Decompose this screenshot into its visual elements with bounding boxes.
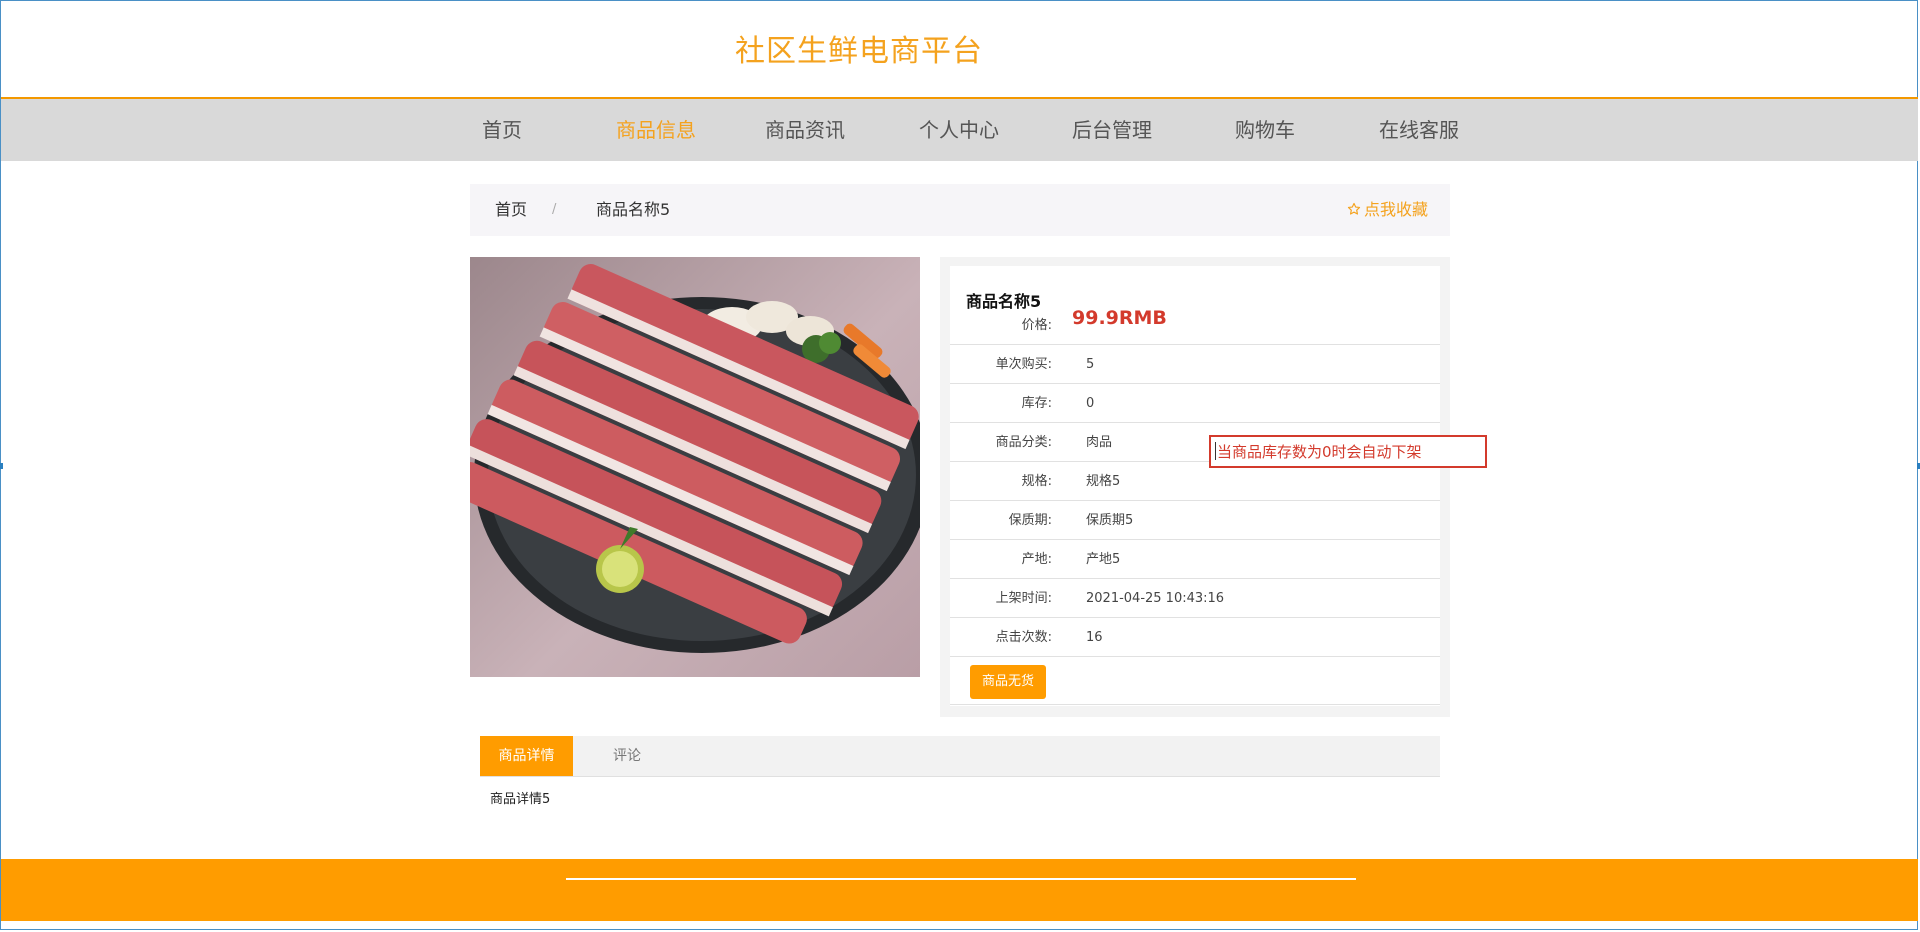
breadcrumb-separator: / — [552, 202, 557, 217]
info-label: 库存: — [1021, 396, 1052, 411]
price-value: 99.9RMB — [1072, 307, 1167, 329]
info-label: 上架时间: — [995, 591, 1052, 606]
tab-comments[interactable]: 评论 — [587, 736, 667, 776]
star-outline-icon — [1347, 202, 1361, 215]
info-row-purchase: 单次购买: 5 — [950, 344, 1440, 384]
footer-divider — [566, 878, 1356, 880]
tab-content: 商品详情5 — [490, 792, 551, 807]
product-info-panel: 商品名称5 价格: 99.9RMB 单次购买: 5 库存: 0 商品分类: 肉品… — [940, 257, 1450, 717]
info-label: 单次购买: — [995, 357, 1052, 372]
info-row-stock: 库存: 0 — [950, 383, 1440, 423]
price-label: 价格: — [1021, 318, 1052, 333]
info-value: 5 — [1086, 357, 1095, 372]
nav-item-admin[interactable]: 后台管理 — [1072, 99, 1152, 161]
detail-tabs: 商品详情 评论 — [480, 736, 1440, 777]
stock-notice-text: 当商品库存数为0时会自动下架 — [1217, 443, 1422, 461]
info-value: 2021-04-25 10:43:16 — [1086, 591, 1225, 606]
info-row-divider — [950, 656, 1440, 657]
breadcrumb-home[interactable]: 首页 — [495, 184, 527, 236]
product-name: 商品名称5 — [966, 292, 1042, 311]
nav-item-news[interactable]: 商品资讯 — [765, 99, 845, 161]
stock-notice: 当商品库存数为0时会自动下架 — [1209, 435, 1487, 468]
breadcrumb-current: 商品名称5 — [596, 200, 671, 219]
info-row-clicks: 点击次数: 16 — [950, 617, 1440, 657]
product-info-card: 商品名称5 价格: 99.9RMB 单次购买: 5 库存: 0 商品分类: 肉品… — [950, 266, 1440, 706]
out-of-stock-button[interactable]: 商品无货 — [970, 665, 1046, 699]
nav-item-support[interactable]: 在线客服 — [1379, 99, 1459, 161]
info-value: 0 — [1086, 396, 1095, 411]
info-bottom-divider — [950, 704, 1440, 705]
tab-product-detail[interactable]: 商品详情 — [480, 736, 573, 776]
nav-item-home[interactable]: 首页 — [482, 99, 522, 161]
footer — [1, 859, 1918, 921]
main-nav: 首页 商品信息 商品资讯 个人中心 后台管理 购物车 在线客服 — [1, 99, 1918, 161]
left-edge-marker — [0, 463, 3, 469]
nav-item-profile[interactable]: 个人中心 — [919, 99, 999, 161]
info-label: 点击次数: — [995, 630, 1052, 645]
site-title: 社区生鲜电商平台 — [735, 34, 983, 69]
info-label: 规格: — [1021, 474, 1052, 489]
info-value: 保质期5 — [1086, 513, 1134, 528]
info-value: 肉品 — [1086, 435, 1113, 450]
favorite-button[interactable]: 点我收藏 — [1347, 184, 1428, 236]
info-value: 规格5 — [1086, 474, 1121, 489]
info-row-listed-time: 上架时间: 2021-04-25 10:43:16 — [950, 578, 1440, 618]
nav-item-cart[interactable]: 购物车 — [1235, 99, 1295, 161]
nav-item-products[interactable]: 商品信息 — [616, 99, 696, 161]
info-label: 商品分类: — [995, 435, 1052, 450]
info-row-shelf-life: 保质期: 保质期5 — [950, 500, 1440, 540]
text-cursor — [1215, 442, 1218, 460]
info-row-origin: 产地: 产地5 — [950, 539, 1440, 579]
product-image — [470, 257, 920, 677]
favorite-label: 点我收藏 — [1363, 200, 1428, 219]
breadcrumb: 首页 / 商品名称5 点我收藏 — [470, 184, 1450, 236]
info-label: 保质期: — [1008, 513, 1052, 528]
info-value: 16 — [1086, 630, 1103, 645]
info-value: 产地5 — [1086, 552, 1121, 567]
info-label: 产地: — [1021, 552, 1052, 567]
